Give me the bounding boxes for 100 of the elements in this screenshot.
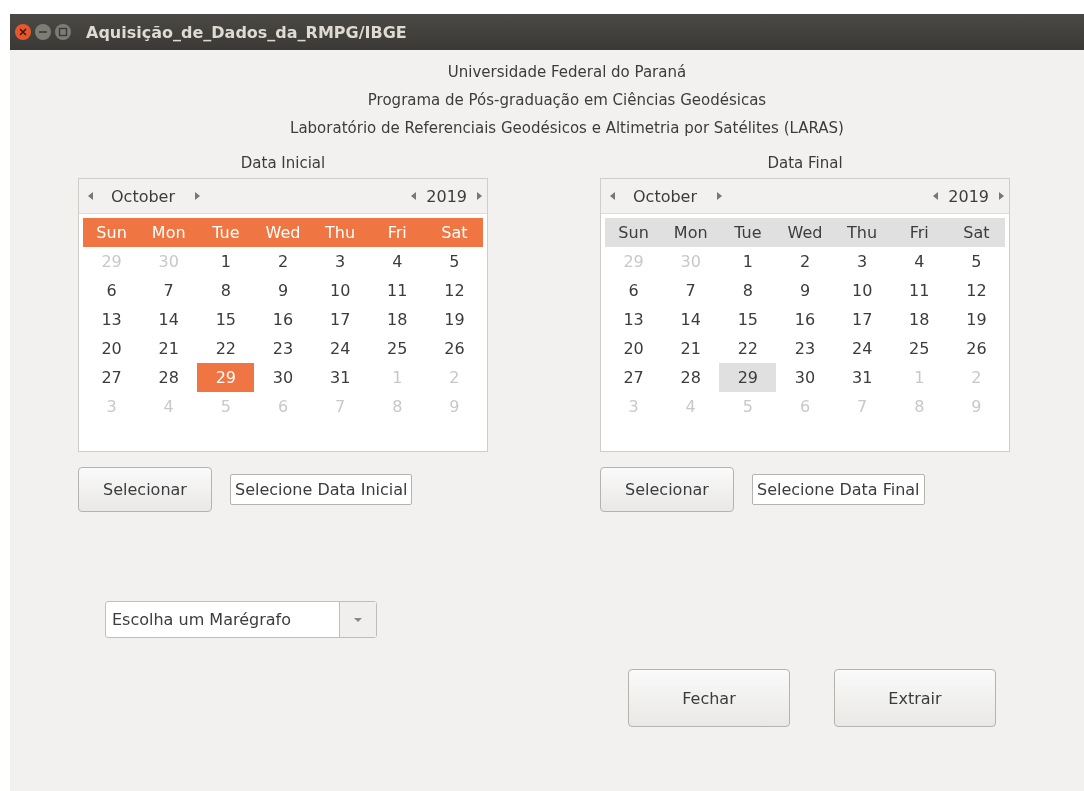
calendar-day[interactable]: 10 [833, 276, 891, 305]
calendar-day[interactable]: 17 [833, 305, 891, 334]
calendar-day[interactable]: 23 [776, 334, 834, 363]
calendar-day[interactable]: 17 [311, 305, 369, 334]
calendar-day[interactable]: 7 [140, 276, 198, 305]
calendar-day[interactable]: 21 [662, 334, 720, 363]
calendar-day[interactable]: 7 [662, 276, 720, 305]
calendar-day[interactable]: 5 [425, 247, 483, 276]
calendar-day[interactable]: 10 [311, 276, 369, 305]
calendar-day[interactable]: 2 [776, 247, 834, 276]
date-display: Selecione Data Inicial [230, 474, 413, 505]
previous-year-icon[interactable] [932, 191, 941, 201]
maximize-icon[interactable] [54, 23, 72, 41]
calendar-day[interactable]: 28 [662, 363, 720, 392]
calendar-day[interactable]: 14 [140, 305, 198, 334]
next-month-icon[interactable] [193, 191, 202, 201]
calendar-day[interactable]: 5 [947, 247, 1005, 276]
calendar-day[interactable]: 29 [719, 363, 777, 392]
tide-gauge-dropdown[interactable]: Escolha um Marégrafo [105, 601, 377, 638]
window-title: Aquisição_de_Dados_da_RMPG/IBGE [86, 22, 407, 42]
weekday-label: Mon [150, 223, 187, 242]
calendar-day[interactable]: 31 [311, 363, 369, 392]
weekday-label: Tue [211, 223, 241, 242]
calendar-day[interactable]: 1 [719, 247, 777, 276]
calendar-day[interactable]: 14 [662, 305, 720, 334]
calendar-day[interactable]: 18 [368, 305, 426, 334]
minimize-icon[interactable] [34, 23, 52, 41]
previous-month-icon[interactable] [609, 191, 617, 201]
calendar-day[interactable]: 16 [776, 305, 834, 334]
calendar-day[interactable]: 11 [368, 276, 426, 305]
select-button[interactable]: Selecionar [600, 467, 734, 512]
calendar-day[interactable]: 25 [890, 334, 948, 363]
calendar-day[interactable]: 20 [605, 334, 663, 363]
calendar-day[interactable]: 19 [425, 305, 483, 334]
calendar-day[interactable]: 22 [719, 334, 777, 363]
calendar-day[interactable]: 31 [833, 363, 891, 392]
weekday-label: Wed [264, 223, 302, 242]
calendar-day[interactable]: 20 [83, 334, 141, 363]
month-label: October [111, 186, 176, 206]
weekday-label: Sat [440, 223, 469, 242]
calendar-day[interactable]: 12 [947, 276, 1005, 305]
calendar-day[interactable]: 3 [833, 247, 891, 276]
calendar-day[interactable]: 26 [947, 334, 1005, 363]
weekday-label: Sat [962, 223, 991, 242]
calendar-day[interactable]: 22 [197, 334, 255, 363]
header-text: Programa de Pós-graduação em Ciências Geodésicas [367, 90, 767, 111]
calendar-day[interactable]: 9 [776, 276, 834, 305]
calendar-day[interactable]: 13 [605, 305, 663, 334]
caret-icon [353, 616, 363, 623]
action-button[interactable]: Fechar [628, 669, 790, 727]
calendar-day[interactable]: 1 [197, 247, 255, 276]
calendar-day[interactable]: 6 [605, 276, 663, 305]
header-text: Universidade Federal do Paraná [447, 62, 687, 83]
calendar-day[interactable]: 13 [83, 305, 141, 334]
calendar-day[interactable]: 28 [140, 363, 198, 392]
calendar-day[interactable]: 3 [311, 247, 369, 276]
calendar-day[interactable]: 18 [890, 305, 948, 334]
year-label: 2019 [948, 186, 989, 206]
weekday-label: Sun [95, 223, 128, 242]
weekday-label: Thu [324, 223, 357, 242]
calendar-day[interactable]: 16 [254, 305, 312, 334]
calendar-day[interactable]: 24 [833, 334, 891, 363]
calendar-day[interactable]: 30 [776, 363, 834, 392]
calendar-day[interactable]: 24 [311, 334, 369, 363]
calendar-day[interactable]: 2 [254, 247, 312, 276]
header-text: Laboratório de Referenciais Geodésicos e Altimetria por Satélites (LARAS) [290, 118, 844, 139]
weekday-label: Fri [386, 223, 408, 242]
calendar-day[interactable]: 12 [425, 276, 483, 305]
next-year-icon[interactable] [475, 191, 483, 201]
calendar-day[interactable]: 25 [368, 334, 426, 363]
calendar-day[interactable]: 15 [197, 305, 255, 334]
calendar-day[interactable]: 27 [605, 363, 663, 392]
calendar-day[interactable]: 27 [83, 363, 141, 392]
calendar-day[interactable]: 6 [83, 276, 141, 305]
calendar-day[interactable]: 26 [425, 334, 483, 363]
calendar-day[interactable]: 8 [197, 276, 255, 305]
calendar-day[interactable]: 30 [254, 363, 312, 392]
weekday-label: Tue [733, 223, 763, 242]
weekday-label: Wed [786, 223, 824, 242]
calendar-label: Data Inicial [240, 154, 326, 172]
calendar-day[interactable]: 21 [140, 334, 198, 363]
calendar-day[interactable]: 11 [890, 276, 948, 305]
date-display: Selecione Data Final [752, 474, 925, 505]
calendar-day[interactable]: 23 [254, 334, 312, 363]
action-button[interactable]: Extrair [834, 669, 996, 727]
calendar-day[interactable]: 9 [254, 276, 312, 305]
next-year-icon[interactable] [997, 191, 1005, 201]
weekday-label: Fri [908, 223, 930, 242]
calendar-day[interactable]: 15 [719, 305, 777, 334]
previous-year-icon[interactable] [410, 191, 419, 201]
calendar-day[interactable]: 8 [719, 276, 777, 305]
next-month-icon[interactable] [715, 191, 724, 201]
calendar-day[interactable]: 4 [890, 247, 948, 276]
previous-month-icon[interactable] [87, 191, 95, 201]
select-button[interactable]: Selecionar [78, 467, 212, 512]
calendar-day[interactable]: 4 [368, 247, 426, 276]
weekday-label: Mon [672, 223, 709, 242]
year-label: 2019 [426, 186, 467, 206]
calendar-day[interactable]: 19 [947, 305, 1005, 334]
close-icon[interactable] [14, 23, 32, 41]
